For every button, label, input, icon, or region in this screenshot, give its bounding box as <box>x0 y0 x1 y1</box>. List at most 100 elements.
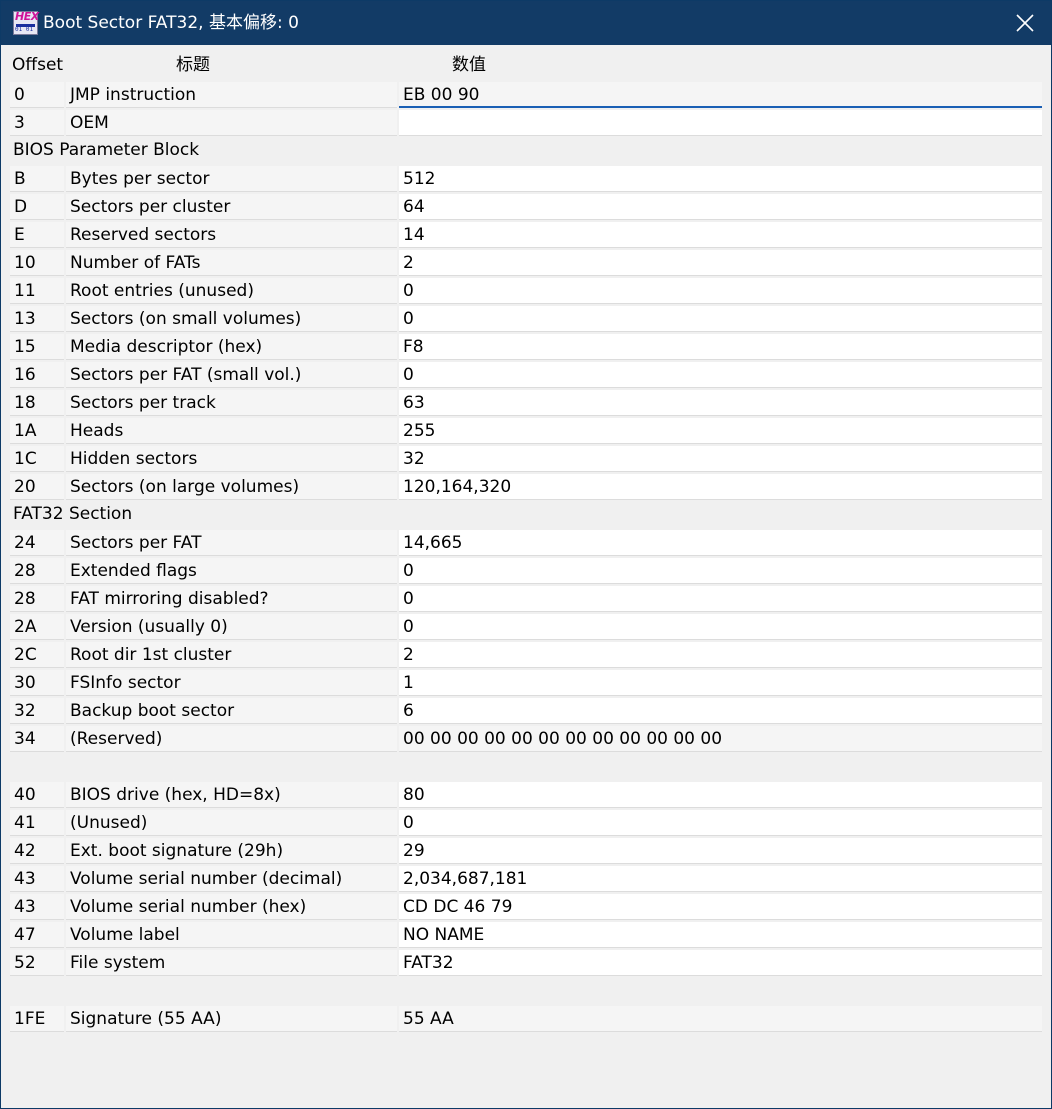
table-row: 2A Version (usually 0) 0 <box>10 614 1042 640</box>
value-field[interactable] <box>399 110 1042 136</box>
field-name-cell: Signature (55 AA) <box>66 1006 397 1032</box>
offset-cell: 10 <box>10 250 64 276</box>
value-field[interactable]: 6 <box>399 698 1042 724</box>
table-row: 42 Ext. boot signature (29h) 29 <box>10 838 1042 864</box>
value-field: 00 00 00 00 00 00 00 00 00 00 00 00 <box>399 726 1042 752</box>
field-name-cell: Extended flags <box>66 558 397 584</box>
offset-cell: 11 <box>10 278 64 304</box>
offset-cell: 0 <box>10 82 64 108</box>
value-field[interactable]: 120,164,320 <box>399 474 1042 500</box>
table-row: D Sectors per cluster 64 <box>10 194 1042 220</box>
offset-cell: 1FE <box>10 1006 64 1032</box>
value-field[interactable]: 2 <box>399 642 1042 668</box>
field-name-cell: JMP instruction <box>66 82 397 108</box>
offset-cell: B <box>10 166 64 192</box>
value-field[interactable]: 255 <box>399 418 1042 444</box>
offset-cell: 18 <box>10 390 64 416</box>
offset-cell: 20 <box>10 474 64 500</box>
close-button[interactable] <box>999 1 1051 45</box>
offset-cell: 28 <box>10 558 64 584</box>
offset-cell: 28 <box>10 586 64 612</box>
value-field[interactable]: NO NAME <box>399 922 1042 948</box>
table-row: 47 Volume label NO NAME <box>10 922 1042 948</box>
field-name-cell: FAT mirroring disabled? <box>66 586 397 612</box>
field-name-cell: Root dir 1st cluster <box>66 642 397 668</box>
table-row: 11 Root entries (unused) 0 <box>10 278 1042 304</box>
title-bar[interactable]: HEX 01 01 Boot Sector FAT32, 基本偏移: 0 <box>1 1 1051 45</box>
value-field[interactable]: F8 <box>399 334 1042 360</box>
value-field[interactable]: 0 <box>399 278 1042 304</box>
offset-cell: 24 <box>10 530 64 556</box>
table-row: 1A Heads 255 <box>10 418 1042 444</box>
field-name-cell: Version (usually 0) <box>66 614 397 640</box>
value-field: 55 AA <box>399 1006 1042 1032</box>
close-icon <box>1016 14 1034 32</box>
column-header-offset: Offset <box>12 55 64 75</box>
table-row: 3 OEM <box>10 110 1042 136</box>
offset-cell: 1C <box>10 446 64 472</box>
table-row: 43 Volume serial number (decimal) 2,034,68… <box>10 866 1042 892</box>
table-row: 18 Sectors per track 63 <box>10 390 1042 416</box>
table-row: 10 Number of FATs 2 <box>10 250 1042 276</box>
value-field[interactable]: 63 <box>399 390 1042 416</box>
table-row: 13 Sectors (on small volumes) 0 <box>10 306 1042 332</box>
offset-cell: 43 <box>10 894 64 920</box>
field-name-cell: Reserved sectors <box>66 222 397 248</box>
value-field[interactable]: 0 <box>399 362 1042 388</box>
table-row: 52 File system FAT32 <box>10 950 1042 976</box>
value-field[interactable]: 14 <box>399 222 1042 248</box>
field-name-cell: Sectors per FAT <box>66 530 397 556</box>
table-row: 24 Sectors per FAT 14,665 <box>10 530 1042 556</box>
value-field[interactable]: 2,034,687,181 <box>399 866 1042 892</box>
value-field[interactable]: FAT32 <box>399 950 1042 976</box>
value-field[interactable]: 64 <box>399 194 1042 220</box>
column-header-title: 标题 <box>176 55 210 75</box>
value-field[interactable]: EB 00 90 <box>399 82 1042 108</box>
value-field[interactable]: 29 <box>399 838 1042 864</box>
table-row: B Bytes per sector 512 <box>10 166 1042 192</box>
value-field[interactable]: 80 <box>399 782 1042 808</box>
value-field[interactable]: 2 <box>399 250 1042 276</box>
value-field[interactable]: 512 <box>399 166 1042 192</box>
boot-sector-table: Offset 标题 数值 0 JMP instruction EB 00 90 3 OE… <box>1 45 1051 1108</box>
value-field[interactable]: 32 <box>399 446 1042 472</box>
value-field[interactable]: 14,665 <box>399 530 1042 556</box>
field-name-cell: Number of FATs <box>66 250 397 276</box>
field-name-cell: Volume serial number (decimal) <box>66 866 397 892</box>
offset-cell: 42 <box>10 838 64 864</box>
value-field[interactable]: 0 <box>399 558 1042 584</box>
table-row: 1FE Signature (55 AA) 55 AA <box>10 1006 1042 1032</box>
table-row: 28 Extended flags 0 <box>10 558 1042 584</box>
section-label: FAT32 Section <box>13 504 133 524</box>
value-field[interactable]: 1 <box>399 670 1042 696</box>
offset-cell: D <box>10 194 64 220</box>
field-name-cell: File system <box>66 950 397 976</box>
field-name-cell: FSInfo sector <box>66 670 397 696</box>
field-name-cell: Ext. boot signature (29h) <box>66 838 397 864</box>
table-row: 32 Backup boot sector 6 <box>10 698 1042 724</box>
offset-cell: 41 <box>10 810 64 836</box>
value-field[interactable]: 0 <box>399 306 1042 332</box>
field-name-cell: Sectors (on small volumes) <box>66 306 397 332</box>
value-field[interactable]: 0 <box>399 614 1042 640</box>
field-name-cell: Root entries (unused) <box>66 278 397 304</box>
value-field[interactable]: 0 <box>399 586 1042 612</box>
field-name-cell: Sectors (on large volumes) <box>66 474 397 500</box>
offset-cell: 43 <box>10 866 64 892</box>
offset-cell: 3 <box>10 110 64 136</box>
app-icon-text: HEX <box>15 10 39 23</box>
value-field[interactable]: 0 <box>399 810 1042 836</box>
section-label: BIOS Parameter Block <box>13 140 200 160</box>
table-row: 43 Volume serial number (hex) CD DC 46 79 <box>10 894 1042 920</box>
table-row: 1C Hidden sectors 32 <box>10 446 1042 472</box>
value-field[interactable]: CD DC 46 79 <box>399 894 1042 920</box>
table-row: 2C Root dir 1st cluster 2 <box>10 642 1042 668</box>
offset-cell: 40 <box>10 782 64 808</box>
field-name-cell: Volume serial number (hex) <box>66 894 397 920</box>
table-row: 15 Media descriptor (hex) F8 <box>10 334 1042 360</box>
field-name-cell: Sectors per track <box>66 390 397 416</box>
table-row: 30 FSInfo sector 1 <box>10 670 1042 696</box>
table-row: E Reserved sectors 14 <box>10 222 1042 248</box>
field-name-cell: Media descriptor (hex) <box>66 334 397 360</box>
field-name-cell: BIOS drive (hex, HD=8x) <box>66 782 397 808</box>
